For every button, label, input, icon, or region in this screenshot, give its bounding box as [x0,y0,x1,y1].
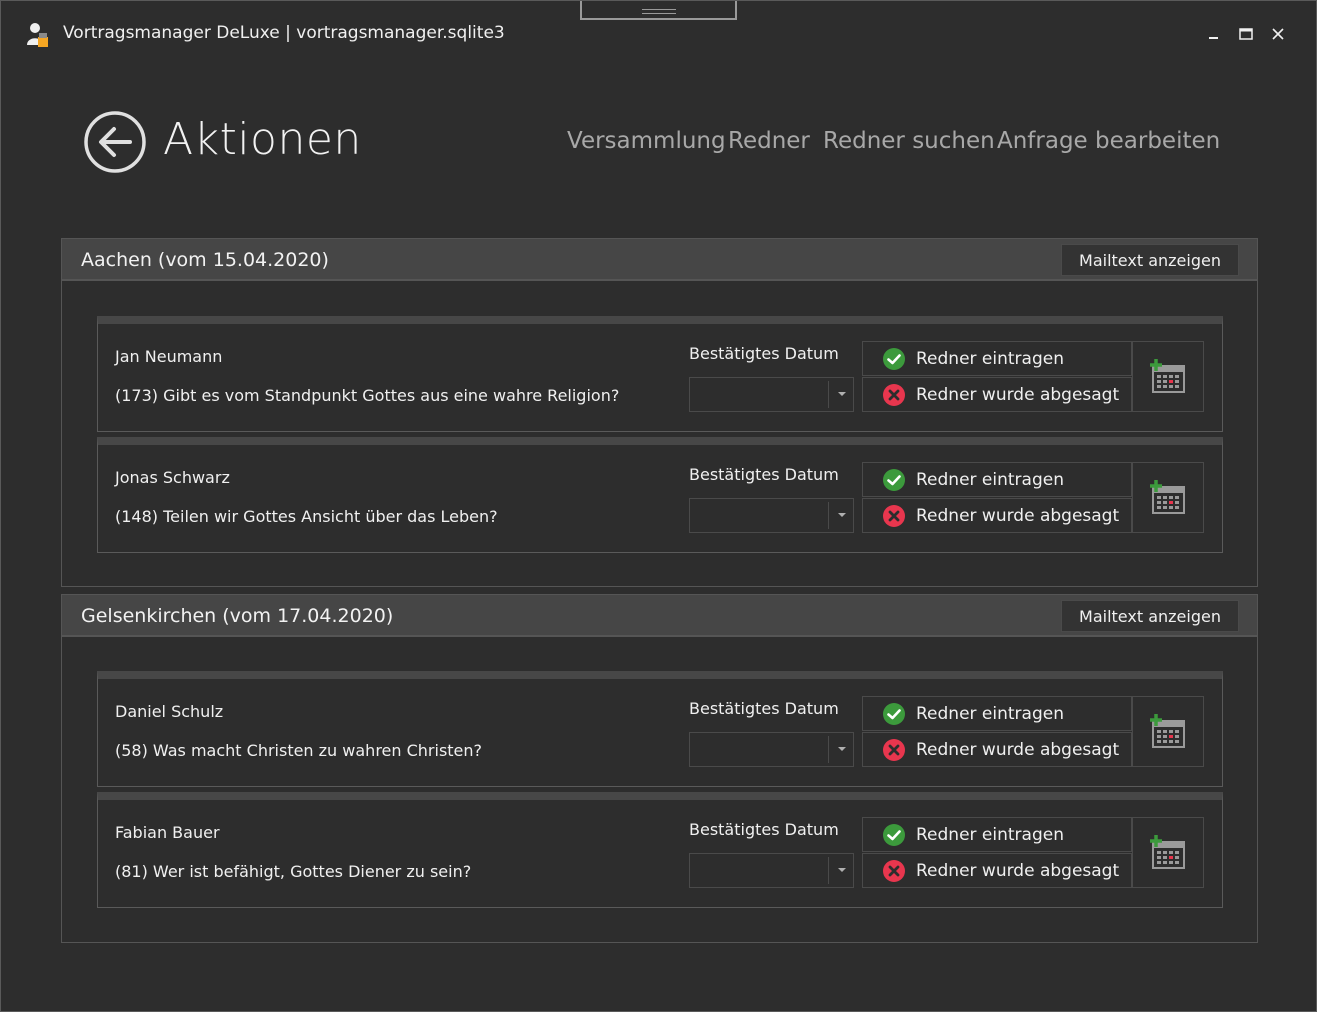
confirm-speaker-button[interactable]: Redner eintragen [862,696,1132,731]
date-label: Bestätigtes Datum [689,465,839,484]
confirm-label: Redner eintragen [916,824,1064,845]
maximize-icon [1239,28,1253,40]
chevron-down-icon [838,868,846,872]
group-title: Gelsenkirchen (vom 17.04.2020) [81,605,394,627]
cancel-label: Redner wurde abgesagt [916,739,1120,760]
minimize-button[interactable] [1203,23,1225,45]
check-circle-icon [883,702,905,725]
confirm-speaker-button[interactable]: Redner eintragen [862,462,1132,497]
request-card: Daniel Schulz (58) Was macht Christen zu… [97,671,1223,787]
speaker-name: Jan Neumann [115,347,223,366]
cancel-speaker-button[interactable]: Redner wurde abgesagt [862,732,1132,767]
congregation-group: Aachen (vom 15.04.2020) Mailtext anzeige… [61,238,1258,587]
speaker-name: Fabian Bauer [115,823,220,842]
x-circle-icon [883,383,905,406]
nav-redner[interactable]: Redner [728,128,810,154]
speaker-name: Daniel Schulz [115,702,224,721]
talk-title: (81) Wer ist befähigt, Gottes Diener zu … [115,862,472,881]
date-dropdown[interactable] [689,732,854,767]
app-window: Vortragsmanager DeLuxe | vortragsmanager… [0,0,1317,1012]
cancel-label: Redner wurde abgesagt [916,505,1120,526]
congregation-group: Gelsenkirchen (vom 17.04.2020) Mailtext … [61,594,1258,943]
chevron-down-icon [838,513,846,517]
speaker-name: Jonas Schwarz [115,468,230,487]
nav-anfrage-bearbeiten[interactable]: Anfrage bearbeiten [997,128,1220,154]
confirm-speaker-button[interactable]: Redner eintragen [862,817,1132,852]
request-card: Jonas Schwarz (148) Teilen wir Gottes An… [97,437,1223,553]
talk-title: (173) Gibt es vom Standpunkt Gottes aus … [115,386,620,405]
cancel-speaker-button[interactable]: Redner wurde abgesagt [862,498,1132,533]
calendar-add-icon [1150,479,1185,514]
confirm-speaker-button[interactable]: Redner eintragen [862,341,1132,376]
group-header: Aachen (vom 15.04.2020) Mailtext anzeige… [62,239,1257,281]
calendar-button[interactable] [1132,696,1204,767]
back-button[interactable] [83,110,147,174]
calendar-button[interactable] [1132,341,1204,412]
close-icon [1272,28,1284,40]
cancel-speaker-button[interactable]: Redner wurde abgesagt [862,853,1132,888]
calendar-add-icon [1150,358,1185,393]
calendar-add-icon [1150,834,1185,869]
check-circle-icon [883,347,905,370]
date-label: Bestätigtes Datum [689,699,839,718]
cancel-speaker-button[interactable]: Redner wurde abgesagt [862,377,1132,412]
date-dropdown[interactable] [689,498,854,533]
calendar-button[interactable] [1132,462,1204,533]
title-bar[interactable]: Vortragsmanager DeLuxe | vortragsmanager… [1,1,1316,67]
group-title: Aachen (vom 15.04.2020) [81,249,329,271]
calendar-button[interactable] [1132,817,1204,888]
mailtext-button[interactable]: Mailtext anzeigen [1061,600,1239,632]
talk-title: (58) Was macht Christen zu wahren Christ… [115,741,483,760]
confirm-label: Redner eintragen [916,703,1064,724]
group-header: Gelsenkirchen (vom 17.04.2020) Mailtext … [62,595,1257,637]
window-title: Vortragsmanager DeLuxe | vortragsmanager… [63,23,505,43]
minimize-icon [1209,37,1218,39]
app-icon [27,23,48,47]
x-circle-icon [883,738,905,761]
mailtext-button[interactable]: Mailtext anzeigen [1061,244,1239,276]
date-label: Bestätigtes Datum [689,344,839,363]
page-title: Aktionen [163,114,362,165]
chevron-down-icon [838,392,846,396]
close-button[interactable] [1267,23,1289,45]
date-label: Bestätigtes Datum [689,820,839,839]
check-circle-icon [883,468,905,491]
nav-redner-suchen[interactable]: Redner suchen [823,128,995,154]
nav-versammlung[interactable]: Versammlung [567,128,726,154]
chevron-down-icon [838,747,846,751]
drag-handle[interactable] [580,1,737,20]
request-card: Jan Neumann (173) Gibt es vom Standpunkt… [97,316,1223,432]
cancel-label: Redner wurde abgesagt [916,384,1120,405]
cancel-label: Redner wurde abgesagt [916,860,1120,881]
date-dropdown[interactable] [689,853,854,888]
arrow-left-circle-icon [84,111,146,173]
confirm-label: Redner eintragen [916,469,1064,490]
confirm-label: Redner eintragen [916,348,1064,369]
maximize-button[interactable] [1235,23,1257,45]
check-circle-icon [883,823,905,846]
request-card: Fabian Bauer (81) Wer ist befähigt, Gott… [97,792,1223,908]
x-circle-icon [883,504,905,527]
calendar-add-icon [1150,713,1185,748]
x-circle-icon [883,859,905,882]
talk-title: (148) Teilen wir Gottes Ansicht über das… [115,507,498,526]
date-dropdown[interactable] [689,377,854,412]
